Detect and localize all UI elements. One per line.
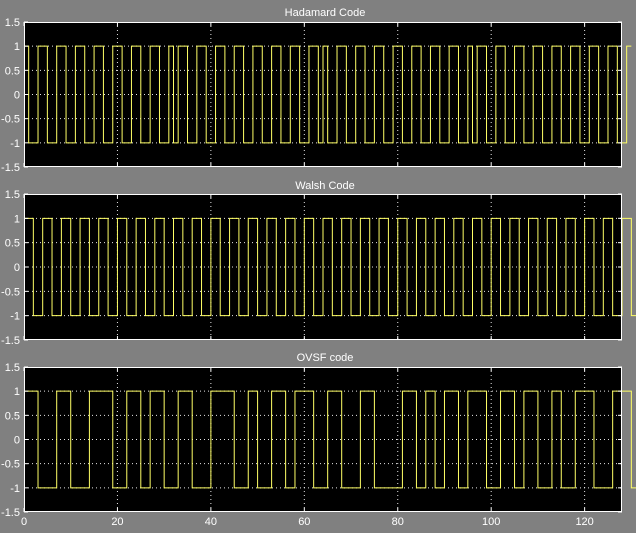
y-tick-label: 1.5 (5, 189, 20, 201)
scope-figure: Hadamard Code -1.5 -1 -0.5 0 0.5 1 1.5 Walsh C… (0, 0, 636, 533)
y-tick-label: 0 (14, 90, 20, 102)
y-tick-label: 1.5 (5, 17, 20, 29)
panel-title: Walsh Code (295, 180, 355, 192)
y-tick-label: -0.5 (1, 286, 20, 298)
panel-title: OVSF code (297, 352, 354, 364)
x-tick-label: 100 (482, 516, 500, 528)
y-tick-label: 1.5 (5, 362, 20, 374)
y-tick-label: -1.5 (1, 162, 20, 174)
y-tick-label: 1 (14, 386, 20, 398)
y-tick-label: -0.5 (1, 114, 20, 126)
y-tick-label: 0.5 (5, 238, 20, 250)
x-tick-label: 80 (392, 516, 404, 528)
x-tick-label: 120 (575, 516, 593, 528)
y-tick-label: -1 (10, 138, 20, 150)
panel-title: Hadamard Code (285, 7, 366, 19)
y-tick-label: -1 (10, 483, 20, 495)
x-tick-label: 0 (21, 516, 27, 528)
y-tick-label: 0 (14, 262, 20, 274)
panel-ovsf: OVSF code -1.5 -1 -0.5 0 0.5 1 1.5 0 20 40 60 80 100… (1, 352, 636, 528)
y-tick-label: 0.5 (5, 65, 20, 77)
y-tick-label: -0.5 (1, 459, 20, 471)
y-tick-label: 1 (14, 213, 20, 225)
x-tick-label: 20 (111, 516, 123, 528)
panel-walsh: Walsh Code -1.5 -1 -0.5 0 0.5 1 1.5 (1, 180, 636, 347)
x-tick-label: 40 (205, 516, 217, 528)
y-tick-label: -1 (10, 311, 20, 323)
y-tick-label: 1 (14, 41, 20, 53)
y-tick-label: 0 (14, 435, 20, 447)
panel-hadamard: Hadamard Code -1.5 -1 -0.5 0 0.5 1 1.5 (1, 7, 632, 174)
x-tick-label: 60 (298, 516, 310, 528)
y-tick-label: 0.5 (5, 410, 20, 422)
y-tick-label: -1.5 (1, 507, 20, 519)
y-tick-label: -1.5 (1, 335, 20, 347)
